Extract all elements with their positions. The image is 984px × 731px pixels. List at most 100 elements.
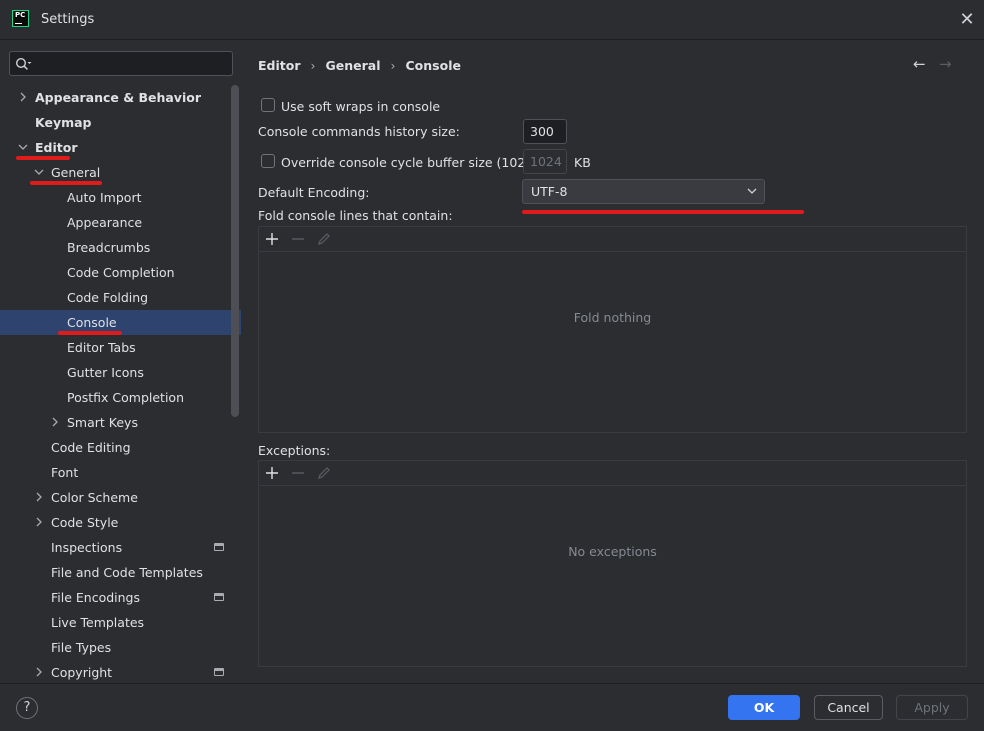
breadcrumb-separator-icon: › bbox=[310, 58, 316, 73]
sidebar-item-auto-import[interactable]: Auto Import bbox=[0, 185, 241, 210]
window-title: Settings bbox=[41, 12, 95, 27]
exceptions-panel: No exceptions bbox=[258, 460, 967, 667]
sidebar-item-code-folding[interactable]: Code Folding bbox=[0, 285, 241, 310]
add-icon[interactable] bbox=[263, 464, 281, 482]
breadcrumb-editor[interactable]: Editor bbox=[258, 58, 301, 73]
fold-lines-toolbar bbox=[259, 227, 966, 252]
remove-icon bbox=[292, 472, 304, 474]
exceptions-toolbar bbox=[259, 461, 966, 486]
sidebar-item-appearance-behavior[interactable]: Appearance & Behavior bbox=[0, 85, 241, 110]
override-buffer-checkbox[interactable] bbox=[261, 154, 275, 168]
sidebar-item-font[interactable]: Font bbox=[0, 460, 241, 485]
ok-button[interactable]: OK bbox=[728, 695, 800, 720]
back-arrow-icon[interactable]: ← bbox=[913, 55, 929, 75]
sidebar-scrollbar[interactable] bbox=[231, 85, 239, 417]
annotation-underline bbox=[58, 331, 122, 335]
fold-lines-panel: Fold nothing bbox=[258, 226, 967, 433]
sidebar-item-label: File Encodings bbox=[51, 590, 141, 605]
title-bar: PC Settings ✕ bbox=[0, 0, 984, 40]
search-input[interactable] bbox=[9, 51, 233, 76]
sidebar-item-file-encodings[interactable]: File Encodings bbox=[0, 585, 241, 610]
override-buffer-label: Override console cycle buffer size (1024… bbox=[281, 155, 559, 170]
edit-icon bbox=[318, 467, 330, 479]
sidebar-item-label: Code Completion bbox=[67, 265, 175, 280]
sidebar-item-keymap[interactable]: Keymap bbox=[0, 110, 241, 135]
close-icon[interactable]: ✕ bbox=[957, 8, 977, 32]
sidebar-item-file-types[interactable]: File Types bbox=[0, 635, 241, 660]
buffer-size-input: 1024 bbox=[523, 149, 567, 174]
annotation-underline bbox=[30, 181, 102, 185]
sidebar-item-smart-keys[interactable]: Smart Keys bbox=[0, 410, 241, 435]
sidebar-item-code-editing[interactable]: Code Editing bbox=[0, 435, 241, 460]
sidebar-item-label: Smart Keys bbox=[67, 415, 138, 430]
forward-arrow-icon: → bbox=[939, 55, 952, 73]
project-scope-icon bbox=[214, 593, 224, 601]
sidebar-item-color-scheme[interactable]: Color Scheme bbox=[0, 485, 241, 510]
default-encoding-select[interactable]: UTF-8 bbox=[522, 179, 765, 204]
sidebar-item-postfix-completion[interactable]: Postfix Completion bbox=[0, 385, 241, 410]
sidebar-item-label: File and Code Templates bbox=[51, 565, 203, 580]
sidebar-item-label: Inspections bbox=[51, 540, 123, 555]
fold-lines-label: Fold console lines that contain: bbox=[258, 208, 453, 223]
exceptions-empty-text: No exceptions bbox=[568, 544, 657, 559]
sidebar-item-breadcrumbs[interactable]: Breadcrumbs bbox=[0, 235, 241, 260]
sidebar-item-code-completion[interactable]: Code Completion bbox=[0, 260, 241, 285]
default-encoding-label: Default Encoding: bbox=[258, 185, 370, 200]
fold-lines-empty-text: Fold nothing bbox=[573, 310, 652, 325]
sidebar-item-label: Code Editing bbox=[51, 440, 131, 455]
sidebar-item-label: Keymap bbox=[35, 115, 92, 130]
breadcrumb: Editor › General › Console bbox=[258, 57, 461, 73]
apply-button: Apply bbox=[896, 695, 968, 720]
chevron-right-icon[interactable] bbox=[33, 485, 45, 510]
sidebar-item-label: Postfix Completion bbox=[67, 390, 184, 405]
remove-icon bbox=[292, 238, 304, 240]
sidebar-item-label: Code Style bbox=[51, 515, 119, 530]
history-size-label: Console commands history size: bbox=[258, 124, 460, 139]
breadcrumb-console: Console bbox=[405, 58, 461, 73]
sidebar-item-copyright[interactable]: Copyright bbox=[0, 660, 241, 685]
help-icon[interactable]: ? bbox=[16, 697, 38, 719]
sidebar-item-label: File Types bbox=[51, 640, 112, 655]
soft-wraps-label: Use soft wraps in console bbox=[281, 99, 441, 114]
exceptions-label: Exceptions: bbox=[258, 443, 331, 458]
sidebar-item-appearance[interactable]: Appearance bbox=[0, 210, 241, 235]
annotation-underline bbox=[16, 156, 70, 160]
sidebar-item-label: Code Folding bbox=[67, 290, 149, 305]
chevron-right-icon[interactable] bbox=[17, 85, 29, 110]
settings-content: Editor › General › Console ← → Use soft wrap… bbox=[242, 41, 984, 683]
settings-sidebar: Appearance & Behavior Keymap Editor General… bbox=[0, 41, 241, 683]
cancel-button[interactable]: Cancel bbox=[814, 695, 883, 720]
soft-wraps-checkbox[interactable] bbox=[261, 98, 275, 112]
dialog-footer: ? OK Cancel Apply bbox=[0, 683, 984, 731]
sidebar-item-label: Breadcrumbs bbox=[67, 240, 151, 255]
history-size-input[interactable]: 300 bbox=[523, 119, 567, 144]
sidebar-item-gutter-icons[interactable]: Gutter Icons bbox=[0, 360, 241, 385]
breadcrumb-separator-icon: › bbox=[390, 58, 396, 73]
sidebar-item-file-and-code-templates[interactable]: File and Code Templates bbox=[0, 560, 241, 585]
pycharm-logo-icon: PC bbox=[12, 10, 29, 27]
edit-icon bbox=[318, 233, 330, 245]
annotation-underline bbox=[522, 210, 804, 214]
sidebar-item-live-templates[interactable]: Live Templates bbox=[0, 610, 241, 635]
sidebar-item-label: Copyright bbox=[51, 665, 113, 680]
sidebar-item-label: Appearance & Behavior bbox=[35, 90, 201, 105]
sidebar-item-label: Gutter Icons bbox=[67, 365, 144, 380]
chevron-down-icon bbox=[747, 188, 757, 194]
sidebar-item-label: Color Scheme bbox=[51, 490, 138, 505]
add-icon[interactable] bbox=[263, 230, 281, 248]
buffer-unit-label: KB bbox=[574, 155, 591, 170]
sidebar-item-label: Live Templates bbox=[51, 615, 145, 630]
breadcrumb-general[interactable]: General bbox=[326, 58, 381, 73]
sidebar-item-label: Font bbox=[51, 465, 79, 480]
sidebar-item-label: Editor Tabs bbox=[67, 340, 136, 355]
chevron-right-icon[interactable] bbox=[33, 510, 45, 535]
chevron-right-icon[interactable] bbox=[33, 660, 45, 685]
chevron-right-icon[interactable] bbox=[49, 410, 61, 435]
search-icon bbox=[15, 57, 32, 70]
sidebar-item-code-style[interactable]: Code Style bbox=[0, 510, 241, 535]
encoding-value: UTF-8 bbox=[531, 184, 568, 199]
sidebar-item-inspections[interactable]: Inspections bbox=[0, 535, 241, 560]
sidebar-item-label: Auto Import bbox=[67, 190, 142, 205]
sidebar-item-label: Appearance bbox=[67, 215, 143, 230]
sidebar-item-editor-tabs[interactable]: Editor Tabs bbox=[0, 335, 241, 360]
